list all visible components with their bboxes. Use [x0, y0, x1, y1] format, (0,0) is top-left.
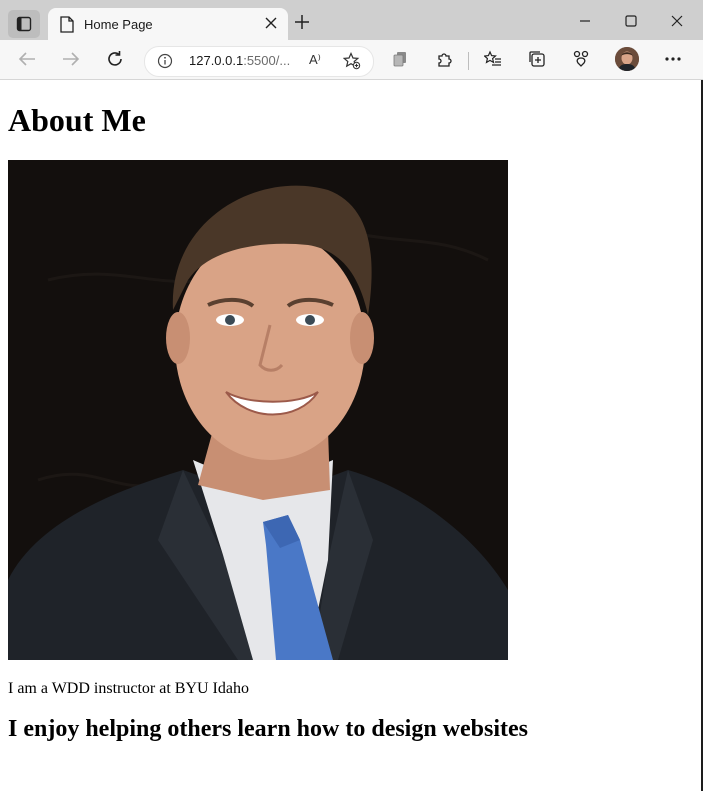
minimize-icon[interactable] [578, 14, 592, 28]
address-bar[interactable]: 127.0.0.1:5500/... A⁾ [144, 46, 374, 77]
collections-pages-icon[interactable] [391, 50, 409, 68]
reload-icon[interactable] [106, 50, 124, 68]
browser-essentials-icon[interactable] [572, 50, 590, 68]
title-bar: Home Page [0, 0, 703, 40]
back-arrow-icon[interactable] [18, 51, 36, 67]
url-text: 127.0.0.1:5500/... [189, 53, 290, 68]
add-favorite-icon[interactable] [343, 52, 361, 70]
tab-actions-icon [16, 16, 32, 32]
window-close-icon[interactable] [670, 14, 684, 28]
extensions-icon[interactable] [435, 50, 453, 68]
url-rest: :5500/... [243, 53, 291, 68]
maximize-icon[interactable] [624, 14, 638, 28]
close-tab-icon[interactable] [264, 16, 278, 30]
page-subheading: I enjoy helping others learn how to desi… [8, 716, 529, 742]
new-tab-icon[interactable] [294, 14, 310, 30]
url-host: 127.0.0.1 [189, 53, 244, 68]
page-viewport: About Me I am a WDD instructor at BYU Id… [0, 80, 703, 791]
site-info-icon[interactable] [157, 53, 173, 69]
tab-home-page[interactable]: Home Page [48, 8, 288, 40]
tab-actions-button[interactable] [8, 10, 40, 38]
intro-paragraph: I am a WDD instructor at BYU Idaho [8, 680, 249, 697]
browser-chrome: Home Page 127.0.0.1:5500/... A⁾ [0, 0, 703, 80]
avatar-image [615, 47, 639, 71]
favorites-icon[interactable] [484, 50, 502, 68]
profile-avatar[interactable] [615, 47, 639, 71]
profile-photo [8, 160, 508, 660]
tab-title: Home Page [84, 17, 153, 32]
more-options-icon[interactable] [664, 56, 682, 62]
page-icon [60, 16, 74, 33]
portrait-illustration [8, 160, 508, 660]
page-heading: About Me [8, 102, 146, 138]
collections-icon[interactable] [528, 50, 546, 68]
toolbar-separator [468, 52, 469, 70]
read-aloud-icon[interactable]: A⁾ [309, 52, 321, 68]
forward-arrow-icon[interactable] [62, 51, 80, 67]
